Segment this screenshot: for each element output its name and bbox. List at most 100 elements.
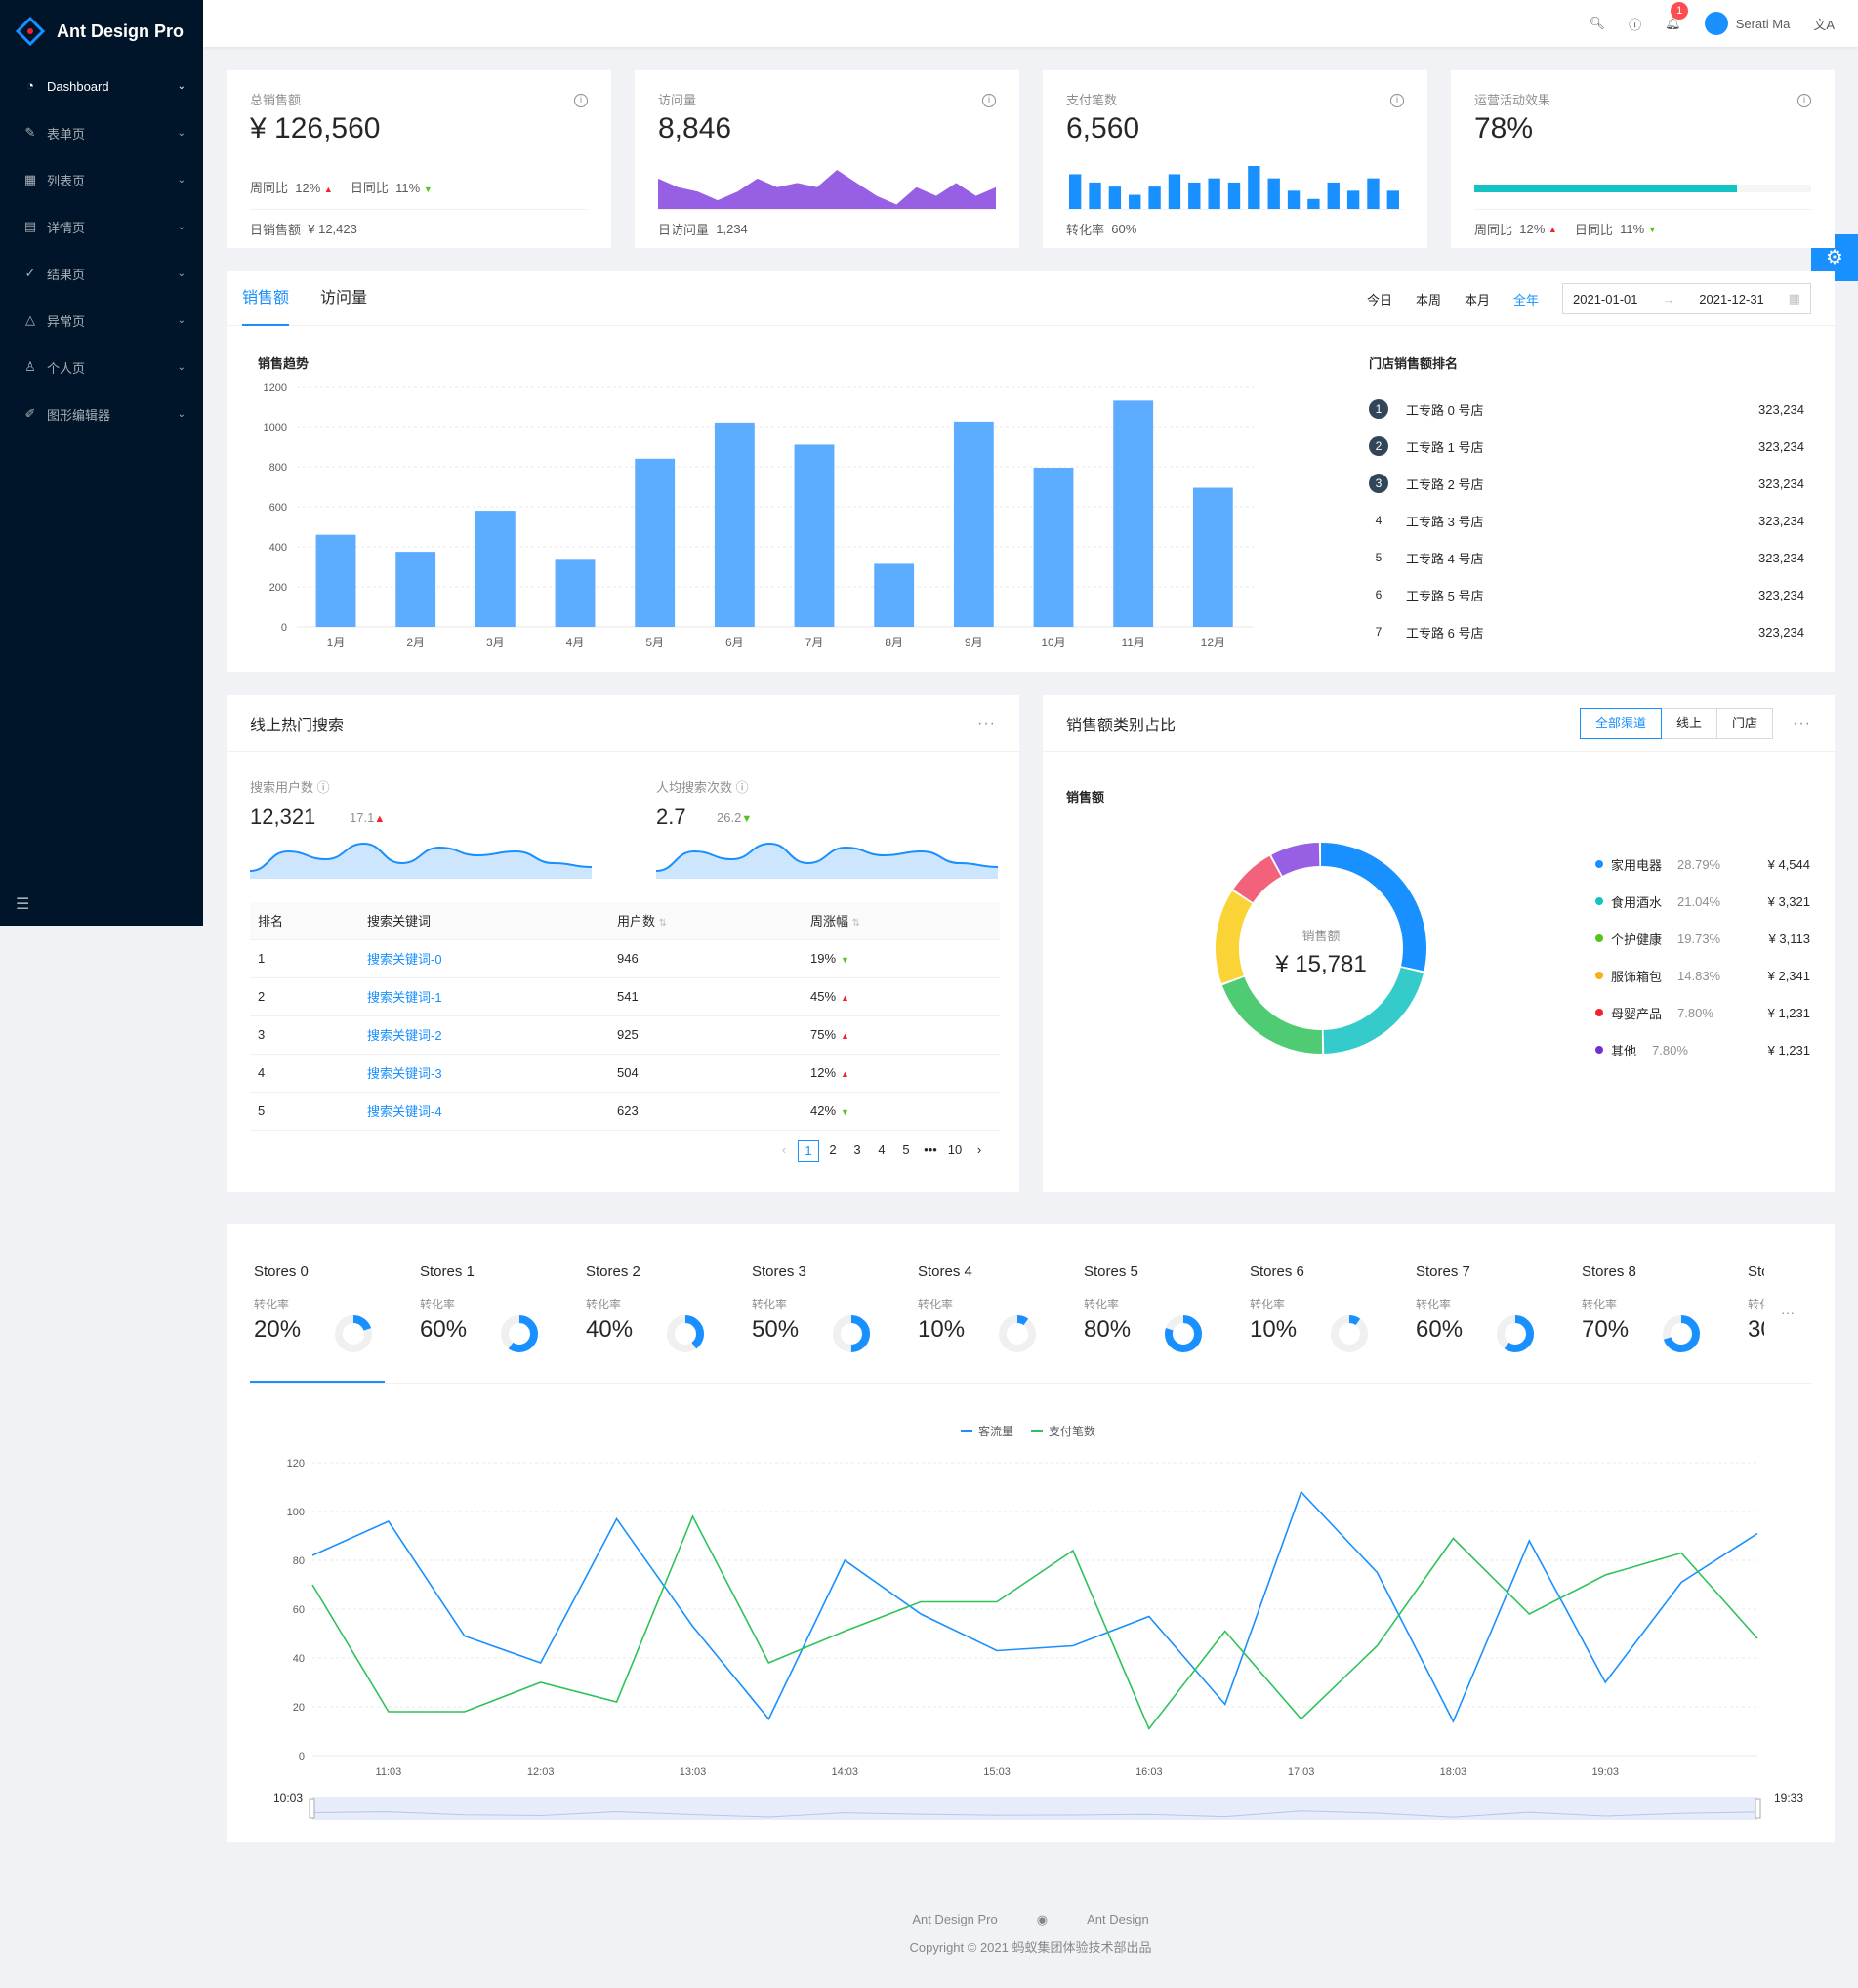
- range-value: 19%: [810, 951, 837, 966]
- slider-handle-right: [1755, 1798, 1761, 1819]
- info-icon[interactable]: ⓘ: [736, 780, 749, 795]
- store-tab[interactable]: Stores 1 转化率 60%: [420, 1263, 576, 1352]
- next-page-icon[interactable]: ›: [969, 1140, 990, 1162]
- store-tab[interactable]: Stores 8 转化率 70%: [1582, 1263, 1738, 1352]
- info-icon[interactable]: i: [982, 94, 996, 107]
- page-item[interactable]: •••: [920, 1140, 941, 1162]
- segment-all[interactable]: 全部渠道: [1579, 707, 1662, 739]
- legend-item[interactable]: 个护健康 19.73% ¥ 3,113: [1595, 920, 1810, 957]
- col-range-sort[interactable]: 周涨幅 ⇅: [803, 902, 1000, 940]
- sidebar-item-0[interactable]: ◔ Dashboard ⌄: [0, 62, 203, 109]
- store-tab[interactable]: Stores 3 转化率 50%: [752, 1263, 908, 1352]
- more-icon[interactable]: ···: [1781, 1305, 1795, 1320]
- channel-segmented: 全部渠道 线上 门店: [1579, 707, 1774, 739]
- tab-visits[interactable]: 访问量: [320, 271, 367, 326]
- github-icon[interactable]: ◉: [1037, 1912, 1048, 1927]
- footer-link-pro[interactable]: Ant Design Pro: [912, 1912, 997, 1927]
- legend-item[interactable]: 家用电器 28.79% ¥ 4,544: [1595, 846, 1810, 883]
- payment-bar: [1386, 190, 1399, 209]
- range-year[interactable]: 全年: [1513, 290, 1539, 309]
- stat-title: 运营活动效果: [1474, 93, 1551, 107]
- rank-cell: 4: [250, 1054, 359, 1093]
- x-tick-label: 12:03: [527, 1766, 555, 1778]
- info-icon[interactable]: i: [1390, 94, 1404, 107]
- more-icon[interactable]: ···: [977, 715, 996, 732]
- segment-online[interactable]: 线上: [1660, 707, 1717, 739]
- store-rate-value: 30%: [1748, 1316, 1764, 1343]
- count-cell: 946: [609, 939, 803, 978]
- sidebar-item-5[interactable]: △ 异常页 ⌄: [0, 297, 203, 344]
- sidebar-item-3[interactable]: ▤ 详情页 ⌄: [0, 203, 203, 250]
- collapse-menu-icon[interactable]: ☰: [16, 894, 29, 914]
- info-icon[interactable]: i: [1797, 94, 1811, 107]
- page-item[interactable]: 3: [846, 1140, 868, 1162]
- range-week[interactable]: 本周: [1416, 290, 1441, 309]
- legend-value: ¥ 2,341: [1767, 968, 1810, 983]
- page-item[interactable]: 1: [798, 1140, 819, 1162]
- rank-item: 3 工专路 2 号店 323,234: [1369, 465, 1804, 502]
- rank-value: 323,234: [1758, 438, 1804, 454]
- keyword-link[interactable]: 搜索关键词-2: [367, 1028, 442, 1043]
- info-icon[interactable]: ⓘ: [317, 780, 330, 795]
- keyword-link[interactable]: 搜索关键词-4: [367, 1104, 442, 1119]
- sidebar-item-1[interactable]: ✎ 表单页 ⌄: [0, 109, 203, 156]
- search-icon[interactable]: 🔍︎: [1590, 16, 1606, 31]
- tab-sales[interactable]: 销售额: [242, 271, 290, 326]
- page-item[interactable]: 2: [822, 1140, 844, 1162]
- store-tab[interactable]: Stores 4 转化率 10%: [918, 1263, 1074, 1352]
- y-tick-label: 60: [293, 1604, 305, 1616]
- payment-bar: [1267, 178, 1280, 209]
- prev-page-icon[interactable]: ‹: [773, 1140, 795, 1162]
- page-item[interactable]: 10: [944, 1140, 966, 1162]
- user-menu[interactable]: Serati Ma: [1704, 12, 1790, 35]
- keyword-link[interactable]: 搜索关键词-0: [367, 952, 442, 967]
- bell-icon[interactable]: 🔔︎ 1: [1665, 2, 1689, 31]
- store-tab[interactable]: Stores 6 转化率 10%: [1250, 1263, 1406, 1352]
- chevron-down-icon: ⌄: [177, 174, 186, 186]
- sidebar-item-2[interactable]: ▦ 列表页 ⌄: [0, 156, 203, 203]
- chevron-down-icon: ⌄: [177, 361, 186, 373]
- keyword-cell: 搜索关键词-0: [359, 939, 609, 978]
- sidebar-item-7[interactable]: ✐ 图形编辑器 ⌄: [0, 391, 203, 437]
- store-tab[interactable]: Stores 0 转化率 20%: [254, 1263, 410, 1352]
- col-count-sort[interactable]: 用户数 ⇅: [609, 902, 803, 940]
- legend-value: ¥ 1,231: [1767, 1005, 1810, 1020]
- warning-icon: △: [25, 312, 35, 327]
- store-tab[interactable]: Stores 2 转化率 40%: [586, 1263, 742, 1352]
- store-ring-chart: [501, 1315, 538, 1352]
- language-icon[interactable]: 文A: [1813, 15, 1835, 33]
- users-label: 搜索用户数: [250, 780, 314, 795]
- page-item[interactable]: 4: [871, 1140, 892, 1162]
- range-month[interactable]: 本月: [1465, 290, 1490, 309]
- sidebar-item-4[interactable]: ✓ 结果页 ⌄: [0, 250, 203, 297]
- more-icon[interactable]: ···: [1793, 715, 1811, 732]
- range-today[interactable]: 今日: [1367, 290, 1392, 309]
- store-ring-chart: [999, 1315, 1036, 1352]
- store-name: Stores 9: [1748, 1263, 1764, 1280]
- legend-item[interactable]: 母婴产品 7.80% ¥ 1,231: [1595, 994, 1810, 1031]
- logo[interactable]: Ant Design Pro: [0, 0, 203, 62]
- keyword-link[interactable]: 搜索关键词-3: [367, 1066, 442, 1081]
- legend-item[interactable]: 食用酒水 21.04% ¥ 3,321: [1595, 883, 1810, 920]
- store-name: Stores 3: [752, 1263, 806, 1280]
- segment-store[interactable]: 门店: [1716, 707, 1774, 739]
- help-icon[interactable]: ⓘ: [1629, 15, 1641, 33]
- store-tab[interactable]: Stores 5 转化率 80%: [1084, 1263, 1240, 1352]
- keyword-link[interactable]: 搜索关键词-1: [367, 990, 442, 1005]
- store-tab[interactable]: Stores 9 转化率 30%: [1748, 1263, 1764, 1344]
- store-tab[interactable]: Stores 7 转化率 60%: [1416, 1263, 1572, 1352]
- sales-bar: [555, 559, 596, 627]
- rank-value: 323,234: [1758, 513, 1804, 528]
- footer-link-antd[interactable]: Ant Design: [1087, 1912, 1149, 1927]
- payment-bar: [1307, 198, 1320, 209]
- sales-bar: [315, 534, 356, 627]
- sidebar-item-6[interactable]: ♙ 个人页 ⌄: [0, 344, 203, 391]
- slider-end: 19:33: [1774, 1791, 1804, 1804]
- stores-card: Stores 0 转化率 20% Stores 1 转化率 60% Stores 2 转化率 4…: [227, 1224, 1835, 1842]
- series-line: [311, 1514, 1758, 1731]
- legend-item[interactable]: 服饰箱包 14.83% ¥ 2,341: [1595, 957, 1810, 994]
- date-range-picker[interactable]: 2021-01-01 → 2021-12-31 ▦: [1562, 283, 1811, 314]
- info-icon[interactable]: i: [574, 94, 588, 107]
- page-item[interactable]: 5: [895, 1140, 917, 1162]
- legend-item[interactable]: 其他 7.80% ¥ 1,231: [1595, 1031, 1810, 1068]
